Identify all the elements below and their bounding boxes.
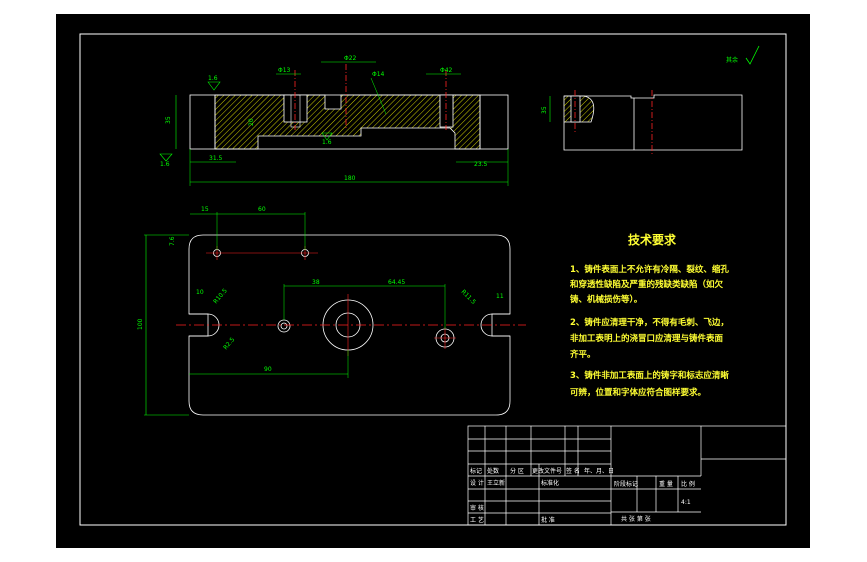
dim-left-offset: 31.5 — [209, 155, 223, 162]
tb-docno: 更改文件号 — [532, 467, 562, 475]
tech-req-line4: 2、铸件应清理干净，不得有毛刺、飞边， — [570, 317, 729, 328]
title-block — [467, 425, 787, 526]
roughness-note: 其余 — [726, 45, 760, 65]
tech-req-line7: 3、铸件非加工表面上的铸字和标志应清晰 — [570, 370, 729, 381]
tb-std-label: 标准化 — [541, 479, 559, 487]
dim-front-height: 35 — [165, 116, 172, 124]
tb-count: 处数 — [487, 467, 499, 475]
front-view: 35 31.5 23.5 180 Φ13 Φ22 Φ14 Φ42 1.6 1.6… — [159, 55, 509, 186]
tb-designer-label: 设 计 — [470, 479, 484, 487]
roughness-bottom: 1.6 — [160, 161, 170, 168]
dim-60: 60 — [258, 206, 266, 213]
dim-phi13: Φ13 — [278, 67, 291, 74]
tech-req-line3: 铸、机械损伤等）。 — [570, 294, 642, 305]
dim-inner: 20 — [248, 118, 255, 126]
tech-req-line8: 可辨，位置和字体应符合图样要求。 — [570, 387, 706, 398]
dim-r2-5: R2.5 — [222, 336, 236, 351]
tb-date: 年、月、日 — [584, 467, 614, 475]
dim-r11-5: R11.5 — [460, 288, 477, 305]
dim-side-height: 35 — [541, 106, 548, 114]
tb-mark: 标记 — [470, 467, 482, 475]
dim-10: 10 — [196, 289, 204, 296]
tb-designer-name: 王立新 — [487, 479, 505, 487]
dim-38: 38 — [312, 279, 320, 286]
dim-90: 90 — [264, 366, 272, 373]
tech-req-line2: 和穿透性缺陷及严重的残缺类缺陷（如欠 — [570, 279, 724, 290]
tech-req-line1: 1、铸件表面上不允许有冷隔、裂纹、缩孔 — [570, 264, 729, 275]
tb-process-label: 工 艺 — [470, 516, 484, 524]
dim-64-45: 64.45 — [388, 279, 405, 286]
dim-phi22: Φ22 — [344, 55, 357, 62]
dim-100: 100 — [137, 318, 144, 330]
title-block-text: 标记 处数 分 区 更改文件号 签 名 年、月、日 设 计 王立新 标准化 阶段… — [470, 467, 695, 524]
tb-scale-value: 4:1 — [681, 499, 691, 506]
roughness-text: 其余 — [726, 56, 738, 64]
dim-7-6: 7.6 — [169, 236, 176, 246]
dim-phi14: Φ14 — [372, 71, 385, 78]
tb-scale-label: 比 例 — [681, 480, 695, 488]
dim-r10-5: R10.5 — [212, 287, 229, 305]
tb-sheet-text: 共 张 第 张 — [621, 515, 651, 523]
dim-11: 11 — [496, 293, 504, 300]
tb-review-label: 审 核 — [470, 504, 484, 512]
side-view: 35 — [541, 90, 743, 154]
tech-req-line5: 非加工表明上的浇冒口应清理与铸件表面 — [570, 333, 724, 344]
dim-15: 15 — [201, 206, 209, 213]
tb-stage-label: 阶段标记 — [614, 480, 638, 488]
tb-zone: 分 区 — [510, 467, 524, 475]
drawing-canvas: 其余 35 31.5 23.5 180 Φ13 Φ22 Φ14 Φ42 1.6 … — [56, 14, 810, 548]
top-view: 15 60 7.6 38 64.45 10 11 R10.5 R11.5 R2.… — [137, 206, 526, 416]
tb-sign: 签 名 — [566, 467, 580, 475]
tech-req-line6: 齐平。 — [570, 349, 596, 360]
tech-req-title: 技术要求 — [628, 232, 677, 247]
tb-weight-label: 重 量 — [659, 480, 673, 488]
dim-total-length: 180 — [344, 175, 356, 182]
tech-requirements: 技术要求 1、铸件表面上不允许有冷隔、裂纹、缩孔 和穿透性缺陷及严重的残缺类缺陷… — [570, 232, 729, 398]
dim-phi42: Φ42 — [440, 67, 453, 74]
roughness-left: 1.6 — [208, 75, 218, 82]
dim-right-offset: 23.5 — [474, 161, 488, 168]
tb-approve-label: 批 准 — [541, 516, 555, 524]
